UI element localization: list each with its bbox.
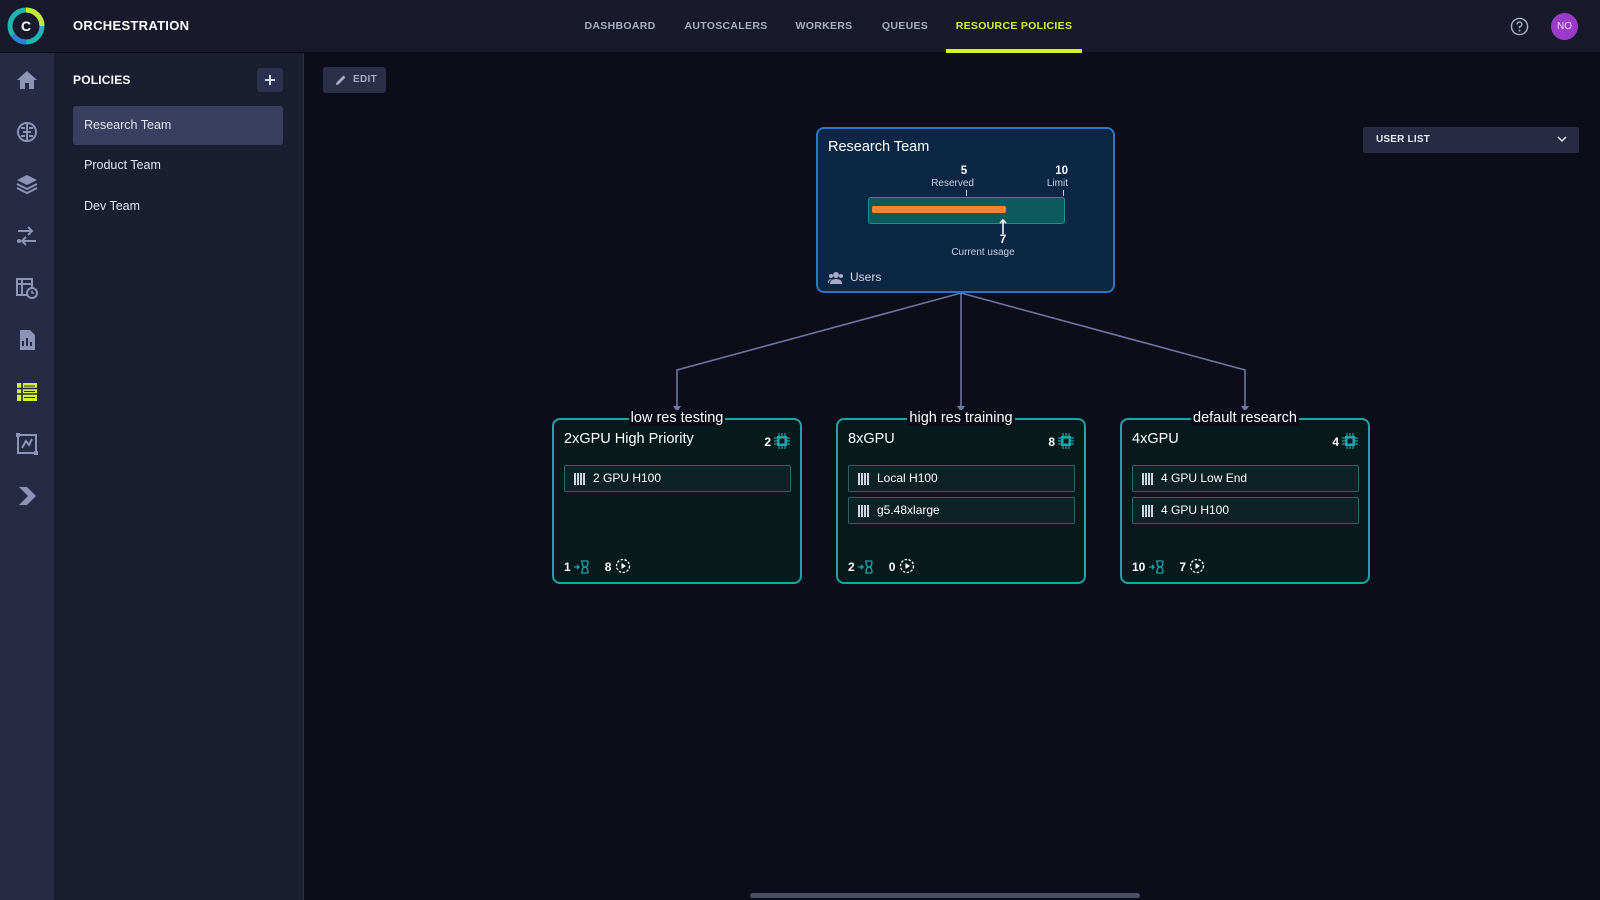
root-policy-name: Research Team (828, 139, 930, 155)
reserved-label: Reserved (931, 178, 974, 189)
users-icon (828, 272, 843, 284)
icon-rail (0, 53, 54, 900)
resource-bars-icon (858, 505, 869, 517)
queue-card-low-res-testing[interactable]: low res testing 2xGPU High Priority 2 2 … (552, 410, 802, 584)
queued-count: 10 (1132, 560, 1146, 574)
limit-value: 10 (1055, 165, 1068, 177)
queue-label: default research (1191, 410, 1299, 426)
current-usage-arrow-icon (999, 219, 1007, 234)
running-tasks-icon (1190, 558, 1205, 574)
app-title: ORCHESTRATION (73, 18, 190, 33)
usage-bar-fill (872, 206, 1006, 213)
resource-bars-icon (1142, 505, 1153, 517)
tab-workers[interactable]: WORKERS (794, 0, 854, 53)
policies-sidebar: POLICIES Research Team Product Team Dev … (54, 53, 304, 900)
queued-tasks-icon (1148, 560, 1164, 574)
profile-name: 4xGPU (1132, 431, 1179, 447)
policy-item-research-team[interactable]: Research Team (73, 106, 283, 145)
queued-tasks-icon (858, 560, 873, 574)
gpu-count: 8 (1048, 433, 1074, 449)
deploy-icon[interactable] (15, 484, 39, 508)
app-logo-icon[interactable]: C (7, 7, 45, 45)
help-icon[interactable] (1510, 17, 1529, 36)
limit-tick (1063, 190, 1064, 196)
queued-count: 1 (564, 560, 571, 574)
tab-dashboard[interactable]: DASHBOARD (581, 0, 659, 53)
user-avatar[interactable]: NO (1551, 13, 1578, 40)
running-count: 7 (1179, 560, 1187, 574)
running-tasks-icon (615, 558, 630, 574)
tab-queues[interactable]: QUEUES (878, 0, 932, 53)
tab-resource-policies[interactable]: RESOURCE POLICIES (946, 0, 1082, 53)
queue-stats: 2 0 (848, 558, 915, 574)
home-icon[interactable] (15, 68, 39, 92)
limit-label: Limit (1046, 178, 1068, 189)
queue-card-default-research[interactable]: default research 4xGPU 4 4 GPU Low End 4… (1120, 410, 1370, 584)
resource-bars-icon (1142, 473, 1153, 485)
datasets-icon[interactable] (15, 432, 39, 456)
resource-item[interactable]: g5.48xlarge (848, 497, 1075, 524)
policy-item-product-team[interactable]: Product Team (73, 146, 283, 185)
queue-stats: 1 8 (564, 558, 631, 574)
resource-item[interactable]: 2 GPU H100 (564, 465, 791, 492)
add-policy-button[interactable] (257, 68, 283, 92)
users-label: Users (850, 270, 882, 284)
horizontal-scrollbar[interactable] (750, 893, 1140, 898)
policy-canvas: EDIT USER LIST Research Team 5 Reserved … (304, 53, 1600, 900)
brain-icon[interactable] (15, 120, 39, 144)
queue-stats: 10 7 (1132, 558, 1205, 574)
users-link[interactable]: Users (828, 270, 881, 284)
usage-bar (868, 197, 1065, 224)
running-count: 8 (604, 560, 612, 574)
running-count: 0 (888, 560, 896, 574)
resource-bars-icon (574, 473, 585, 485)
resource-item[interactable]: 4 GPU H100 (1132, 497, 1359, 524)
gpu-count: 4 (1332, 433, 1358, 449)
policies-title: POLICIES (73, 73, 131, 87)
layers-icon[interactable] (15, 172, 39, 196)
queue-label: low res testing (628, 410, 726, 426)
policy-item-dev-team[interactable]: Dev Team (73, 187, 283, 226)
profile-name: 2xGPU High Priority (564, 431, 694, 447)
resource-bars-icon (858, 473, 869, 485)
reserved-tick (966, 190, 967, 196)
scheduler-icon[interactable] (15, 276, 39, 300)
gpu-chip-icon (1058, 433, 1074, 449)
gpu-count: 2 (764, 433, 790, 449)
profile-name: 8xGPU (848, 431, 895, 447)
resource-item[interactable]: Local H100 (848, 465, 1075, 492)
current-usage-value: 7 (999, 234, 1007, 246)
reports-icon[interactable] (15, 328, 39, 352)
queued-tasks-icon (574, 560, 589, 574)
queue-card-high-res-training[interactable]: high res training 8xGPU 8 Local H100 g5.… (836, 410, 1086, 584)
pipelines-icon[interactable] (15, 224, 39, 248)
current-usage-label: Current usage (951, 247, 1015, 258)
reserved-value: 5 (960, 165, 968, 177)
root-policy-card[interactable]: Research Team 5 Reserved 10 Limit 7 Curr… (816, 127, 1115, 293)
gpu-chip-icon (1342, 433, 1358, 449)
tab-autoscalers[interactable]: AUTOSCALERS (683, 0, 769, 53)
running-tasks-icon (899, 558, 914, 574)
gpu-chip-icon (774, 433, 790, 449)
queued-count: 2 (848, 560, 855, 574)
queue-label: high res training (907, 410, 1015, 426)
top-bar: C ORCHESTRATION DASHBOARD AUTOSCALERS WO… (0, 0, 1600, 53)
orchestration-icon[interactable] (15, 380, 39, 404)
resource-item[interactable]: 4 GPU Low End (1132, 465, 1359, 492)
svg-text:C: C (21, 18, 31, 34)
